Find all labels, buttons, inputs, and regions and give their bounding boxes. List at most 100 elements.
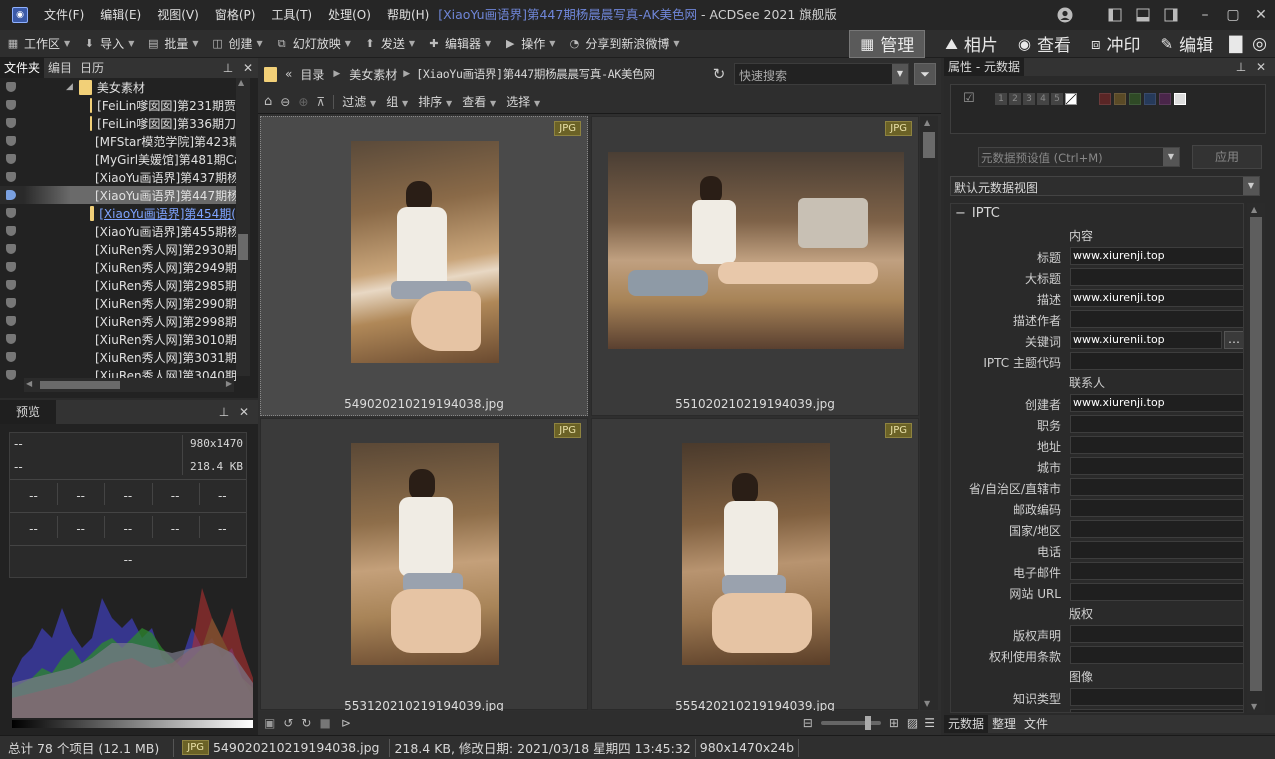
metadata-field-input[interactable] — [1070, 457, 1243, 475]
scroll-up-icon[interactable]: ▲ — [238, 78, 244, 87]
close-icon[interactable]: ✕ — [1247, 0, 1275, 30]
zoom-slider-thumb[interactable] — [864, 716, 871, 730]
metadata-field-input[interactable] — [1070, 436, 1243, 454]
menu-edit[interactable]: 编辑(E) — [92, 0, 149, 30]
nav-forward-icon[interactable]: ⊕ — [298, 95, 308, 109]
rating-5-button[interactable]: 5 — [1051, 93, 1063, 105]
metadata-field-input[interactable] — [1070, 646, 1243, 664]
metadata-field-input[interactable]: www.xiurenji.top — [1070, 394, 1243, 412]
apply-button[interactable]: 应用 — [1192, 145, 1262, 169]
tree-folder-item[interactable]: [XiuRen秀人网]第2998期 — [0, 312, 236, 330]
metadata-field-input[interactable] — [1070, 520, 1243, 538]
tree-folder-item[interactable]: [XiuRen秀人网]第3031期 — [0, 348, 236, 366]
tree-folder-item[interactable]: [XiaoYu画语界]第437期杨 — [0, 168, 236, 186]
metadata-vscrollbar[interactable]: ▲ ▼ — [1247, 203, 1265, 713]
close-icon[interactable]: ✕ — [1251, 60, 1271, 74]
tree-folder-item[interactable]: [XiuRen秀人网]第2930期 — [0, 240, 236, 258]
dashboard-button[interactable]: ▇ — [1223, 30, 1248, 58]
thumbnails-vscrollbar[interactable]: ▲ ▼ — [920, 116, 938, 710]
tree-folder-item[interactable]: [XiuRen秀人网]第2985期 — [0, 276, 236, 294]
rating-1-button[interactable]: 1 — [995, 93, 1007, 105]
tree-folder-item[interactable]: [FeiLin嗲囡囡]第231期贾 — [0, 96, 236, 114]
thumbnail-item[interactable]: JPG 553120210219194039.jpg — [260, 418, 588, 713]
scroll-up-icon[interactable]: ▲ — [924, 118, 930, 127]
breadcrumb-current[interactable]: [XiaoYu画语界]第447期杨晨晨写真-AK美色网 — [416, 66, 655, 82]
menu-help[interactable]: 帮助(H) — [379, 0, 437, 30]
color-label-yellow[interactable] — [1114, 93, 1126, 105]
thumbnail-item[interactable]: JPG 551020210219194039.jpg — [591, 116, 919, 416]
tab-metadata[interactable]: 元数据 — [944, 715, 989, 733]
folder-import-icon[interactable]: ▣ — [264, 716, 275, 730]
pin-icon[interactable]: ⊥ — [1231, 60, 1251, 74]
color-label-red[interactable] — [1099, 93, 1111, 105]
breadcrumb-root[interactable]: 目录 — [300, 66, 324, 83]
scroll-thumb[interactable] — [238, 234, 248, 260]
tab-folders[interactable]: 文件夹 — [0, 58, 45, 78]
color-label-purple[interactable] — [1159, 93, 1171, 105]
layout-left-icon[interactable] — [1101, 0, 1129, 30]
nav-up-icon[interactable]: ⊼ — [316, 95, 325, 109]
sort-menu[interactable]: 排序 ▼ — [418, 93, 452, 110]
import-button[interactable]: ⬇ 导入 ▼ — [76, 31, 140, 57]
metadata-field-input[interactable] — [1070, 583, 1243, 601]
mode-photos-button[interactable]: ⛰ 相片 — [935, 30, 1008, 58]
editors-button[interactable]: ✚ 编辑器 ▼ — [421, 31, 497, 57]
mode-view-button[interactable]: ◉ 查看 — [1008, 30, 1081, 58]
rotate-right-icon[interactable]: ↻ — [301, 716, 311, 730]
mode-edit-button[interactable]: ✎ 编辑 — [1151, 30, 1224, 58]
layout-right-icon[interactable] — [1157, 0, 1185, 30]
close-icon[interactable]: ✕ — [234, 405, 254, 419]
tree-folder-item[interactable]: [MyGirl美媛馆]第481期Ca — [0, 150, 236, 168]
365-button[interactable]: ◎ — [1248, 30, 1275, 58]
metadata-field-input[interactable] — [1070, 352, 1243, 370]
metadata-field-input[interactable] — [1070, 310, 1243, 328]
group-menu[interactable]: 组 ▼ — [386, 93, 408, 110]
tab-catalog[interactable]: 编目 — [44, 58, 76, 78]
tree-folder-item[interactable]: [FeiLin嗲囡囡]第336期刀 — [0, 114, 236, 132]
actions-button[interactable]: ▶ 操作 ▼ — [497, 31, 561, 57]
thumbnail-item[interactable]: JPG 549020210219194038.jpg — [260, 116, 588, 416]
list-view-icon[interactable]: ☰ — [924, 716, 935, 730]
search-dropdown-button[interactable]: ▼ — [892, 64, 908, 84]
tree-folder-item[interactable]: [MFStar模范学院]第423期 — [0, 132, 236, 150]
tree-folder-item[interactable]: [XiuRen秀人网]第3010期 — [0, 330, 236, 348]
maximize-icon[interactable]: ▢ — [1219, 0, 1247, 30]
pin-icon[interactable]: ⊥ — [218, 61, 238, 75]
create-button[interactable]: ◫ 创建 ▼ — [205, 31, 269, 57]
metadata-field-input[interactable] — [1070, 541, 1243, 559]
iptc-section-header[interactable]: − IPTC — [955, 206, 1000, 221]
menu-view[interactable]: 视图(V) — [149, 0, 207, 30]
filter-funnel-icon[interactable]: ⏷ — [914, 63, 936, 85]
thumbnail-item[interactable]: JPG 555420210219194039.jpg — [591, 418, 919, 713]
metadata-field-input[interactable]: www.xiurenji.top — [1070, 289, 1243, 307]
slideshow-button[interactable]: ⧉ 幻灯放映 ▼ — [269, 31, 357, 57]
metadata-field-input[interactable] — [1070, 625, 1243, 643]
tab-file[interactable]: 文件 — [1020, 715, 1052, 733]
mode-develop-button[interactable]: ⧈ 冲印 — [1081, 30, 1151, 58]
play-circle-icon[interactable]: ⊳ — [341, 716, 351, 730]
select-menu[interactable]: 选择 ▼ — [506, 93, 540, 110]
metadata-field-input[interactable] — [1070, 499, 1243, 517]
metadata-field-input[interactable]: www.xiurenji.top — [1070, 247, 1243, 265]
menu-tools[interactable]: 工具(T) — [263, 0, 320, 30]
scroll-down-icon[interactable]: ▼ — [924, 699, 930, 708]
user-account-icon[interactable] — [1051, 0, 1079, 30]
app-logo-icon[interactable]: ◉ — [12, 7, 28, 23]
scroll-up-icon[interactable]: ▲ — [1251, 205, 1257, 214]
tab-calendar[interactable]: 日历 — [76, 58, 108, 78]
zoom-in-icon[interactable]: ⊞ — [889, 716, 899, 730]
batch-button[interactable]: ▤ 批量 ▼ — [140, 31, 204, 57]
preview-toggle-icon[interactable]: ▨ — [907, 716, 918, 730]
filter-menu[interactable]: 过滤 ▼ — [342, 93, 376, 110]
scroll-down-icon[interactable]: ▼ — [1251, 702, 1257, 711]
rotate-left-icon[interactable]: ↺ — [283, 716, 293, 730]
rating-2-button[interactable]: 2 — [1009, 93, 1021, 105]
layout-bottom-icon[interactable] — [1129, 0, 1157, 30]
preset-dropdown-button[interactable]: ▼ — [1163, 148, 1179, 166]
scroll-right-icon[interactable]: ▶ — [226, 379, 232, 388]
scroll-thumb[interactable] — [1250, 217, 1262, 691]
tree-folder-item[interactable]: [XiaoYu画语界]第447期杨 — [0, 186, 236, 204]
menu-process[interactable]: 处理(O) — [320, 0, 379, 30]
pin-icon[interactable]: ⊥ — [214, 405, 234, 419]
metadata-field-input[interactable]: www.xiurenii.top — [1070, 331, 1222, 349]
